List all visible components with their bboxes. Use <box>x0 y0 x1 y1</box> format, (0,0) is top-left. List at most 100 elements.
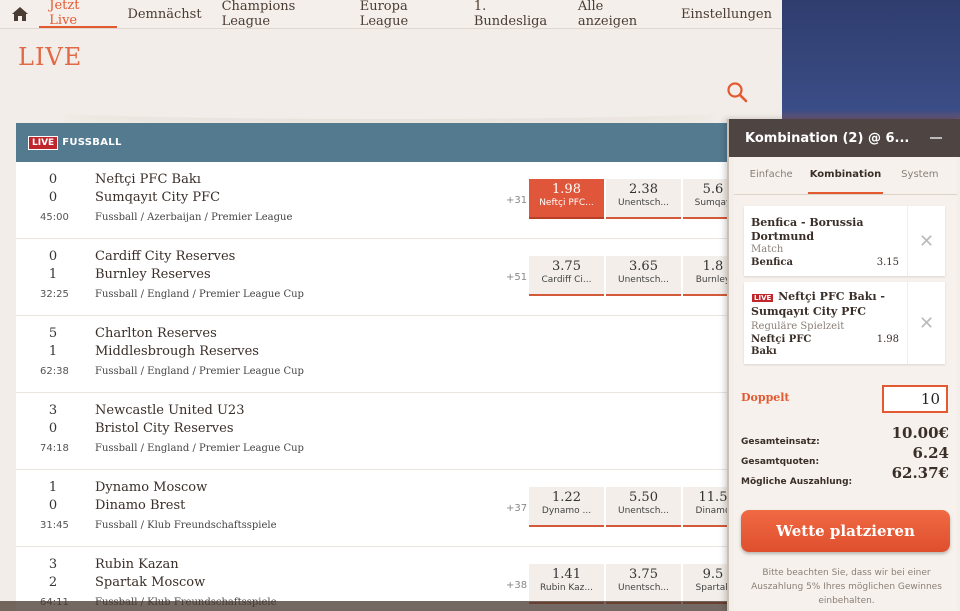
selection-odds: 3.15 <box>876 257 899 268</box>
home-team[interactable]: Cardiff City Reserves <box>95 249 235 264</box>
match-row[interactable]: 0 0 45:00 Neftçi PFC Bakı Sumqayıt City … <box>16 162 782 239</box>
home-score: 3 <box>48 403 58 418</box>
odds-button-draw[interactable]: 2.38 Unentsch... <box>606 179 681 219</box>
more-markets-count[interactable]: +31 <box>506 195 527 206</box>
match-time: 31:45 <box>40 520 69 531</box>
odds-label: Unentsch... <box>618 583 669 593</box>
nav-bundesliga[interactable]: 1. Bundesliga <box>464 0 568 29</box>
away-team[interactable]: Bristol City Reserves <box>95 421 234 436</box>
home-team[interactable]: Charlton Reserves <box>95 326 217 341</box>
home-team[interactable]: Dynamo Moscow <box>95 480 207 495</box>
payout-value: 62.37€ <box>891 464 949 482</box>
odds-label: Unentsch... <box>618 506 669 516</box>
nav-einstellungen[interactable]: Einstellungen <box>671 0 782 28</box>
nav-demnaechst[interactable]: Demnächst <box>117 0 211 28</box>
remove-selection-button[interactable]: ✕ <box>907 282 945 364</box>
match-row[interactable]: 0 1 32:25 Cardiff City Reserves Burnley … <box>16 239 782 316</box>
selection-card: LIVE Neftçi PFC Bakı - Sumqayıt City PFC… <box>744 282 945 364</box>
odds-button-draw[interactable]: 3.75 Unentsch... <box>606 564 681 604</box>
tab-einfache[interactable]: Einfache <box>734 157 808 194</box>
live-events-list: LIVE FUSSBALL 0 0 45:00 Neftçi PFC Bakı … <box>16 123 782 611</box>
odds-label: Neftçi PFC... <box>539 198 594 208</box>
odds-value: 3.75 <box>552 259 581 274</box>
away-team[interactable]: Spartak Moscow <box>95 575 205 590</box>
odds-button-home[interactable]: 1.98 Neftçi PFC... <box>529 179 604 219</box>
remove-selection-button[interactable]: ✕ <box>907 206 945 276</box>
match-time: 45:00 <box>40 212 69 223</box>
selection-market: Reguläre Spielzeit <box>751 321 845 332</box>
sport-title: FUSSBALL <box>62 137 122 148</box>
match-time: 32:25 <box>40 289 69 300</box>
selection-odds: 1.98 <box>876 334 899 345</box>
away-score: 1 <box>48 267 58 282</box>
odds-button-draw[interactable]: 5.50 Unentsch... <box>606 487 681 527</box>
home-team[interactable]: Neftçi PFC Bakı <box>95 172 201 187</box>
odds-value: 2.38 <box>629 182 658 197</box>
odds-value: 5.50 <box>629 490 658 505</box>
home-icon <box>11 7 28 21</box>
more-markets-count[interactable]: +37 <box>506 503 527 514</box>
odds-label: Unentsch... <box>618 198 669 208</box>
total-odds-value: 6.24 <box>912 444 949 462</box>
selection-card: Benfica - Borussia Dortmund Match Benfic… <box>744 206 945 276</box>
odds-button-home[interactable]: 3.75 Cardiff Ci... <box>529 256 604 296</box>
top-navigation: Jetzt Live Demnächst Champions League Eu… <box>0 0 782 29</box>
main-content: Jetzt Live Demnächst Champions League Eu… <box>0 0 782 611</box>
odds-label: Cardiff Ci... <box>541 275 592 285</box>
nav-europa-league[interactable]: Europa League <box>350 0 464 29</box>
away-team[interactable]: Dinamo Brest <box>95 498 185 513</box>
nav-champions-league[interactable]: Champions League <box>212 0 350 29</box>
nav-jetzt-live[interactable]: Jetzt Live <box>39 0 118 28</box>
away-team[interactable]: Middlesbrough Reserves <box>95 344 259 359</box>
bet-slip-title: Kombination (2) @ 6... <box>745 130 910 146</box>
sport-header[interactable]: LIVE FUSSBALL <box>16 123 782 162</box>
match-row[interactable]: 5 1 62:38 Charlton Reserves Middlesbroug… <box>16 316 782 393</box>
tab-kombination[interactable]: Kombination <box>808 157 883 194</box>
search-button[interactable] <box>726 81 748 107</box>
tab-system[interactable]: System <box>883 157 957 194</box>
odds-button-draw[interactable]: 3.65 Unentsch... <box>606 256 681 296</box>
payout-label: Mögliche Auszahlung: <box>741 477 853 487</box>
stake-input[interactable] <box>882 385 948 413</box>
league-path: Fussball / England / Premier League Cup <box>95 366 304 377</box>
selection-pick: Benfica <box>751 257 793 268</box>
away-score: 2 <box>48 575 58 590</box>
league-path: Fussball / Klub Freundschaftsspiele <box>95 520 277 531</box>
more-markets-count[interactable]: +51 <box>506 272 527 283</box>
live-badge: LIVE <box>751 293 775 303</box>
selection-event: LIVE Neftçi PFC Bakı - Sumqayıt City PFC <box>751 290 901 319</box>
more-markets-count[interactable]: +38 <box>506 580 527 591</box>
away-team[interactable]: Burnley Reserves <box>95 267 211 282</box>
match-row[interactable]: 1 0 31:45 Dynamo Moscow Dinamo Brest Fus… <box>16 470 782 547</box>
home-score: 3 <box>48 557 58 572</box>
home-score: 0 <box>48 249 58 264</box>
total-stake-label: Gesamteinsatz: <box>741 437 820 447</box>
selection-pick-line2: Bakı <box>751 346 777 357</box>
match-row[interactable]: 3 0 74:18 Newcastle United U23 Bristol C… <box>16 393 782 470</box>
place-bet-button[interactable]: Wette platzieren <box>741 510 950 552</box>
minimize-icon[interactable] <box>930 137 942 139</box>
home-team[interactable]: Rubin Kazan <box>95 557 179 572</box>
selection-pick: Neftçi PFC <box>751 334 812 345</box>
home-score: 1 <box>48 480 58 495</box>
bet-slip: Kombination (2) @ 6... Einfache Kombinat… <box>727 119 960 611</box>
odds-label: Rubin Kaz... <box>540 583 593 593</box>
stake-label: Doppelt <box>741 391 790 404</box>
header-divider <box>60 105 720 119</box>
payout-note: Bitte beachten Sie, dass wir bei einer A… <box>751 568 942 606</box>
total-odds-label: Gesamtquoten: <box>741 457 820 467</box>
away-score: 1 <box>48 344 58 359</box>
odds-value: 3.65 <box>629 259 658 274</box>
odds-button-home[interactable]: 1.22 Dynamo ... <box>529 487 604 527</box>
bet-slip-header[interactable]: Kombination (2) @ 6... <box>729 119 960 157</box>
search-icon <box>727 82 748 103</box>
bottom-overlay <box>0 601 782 611</box>
close-icon: ✕ <box>918 312 935 334</box>
nav-alle-anzeigen[interactable]: Alle anzeigen <box>568 0 671 29</box>
home-button[interactable] <box>0 0 39 28</box>
home-team[interactable]: Newcastle United U23 <box>95 403 244 418</box>
away-team[interactable]: Sumqayıt City PFC <box>95 190 220 205</box>
bet-slip-body: Einfache Kombination System Benfica - Bo… <box>734 157 957 611</box>
odds-value: 1.41 <box>552 567 581 582</box>
odds-button-home[interactable]: 1.41 Rubin Kaz... <box>529 564 604 604</box>
